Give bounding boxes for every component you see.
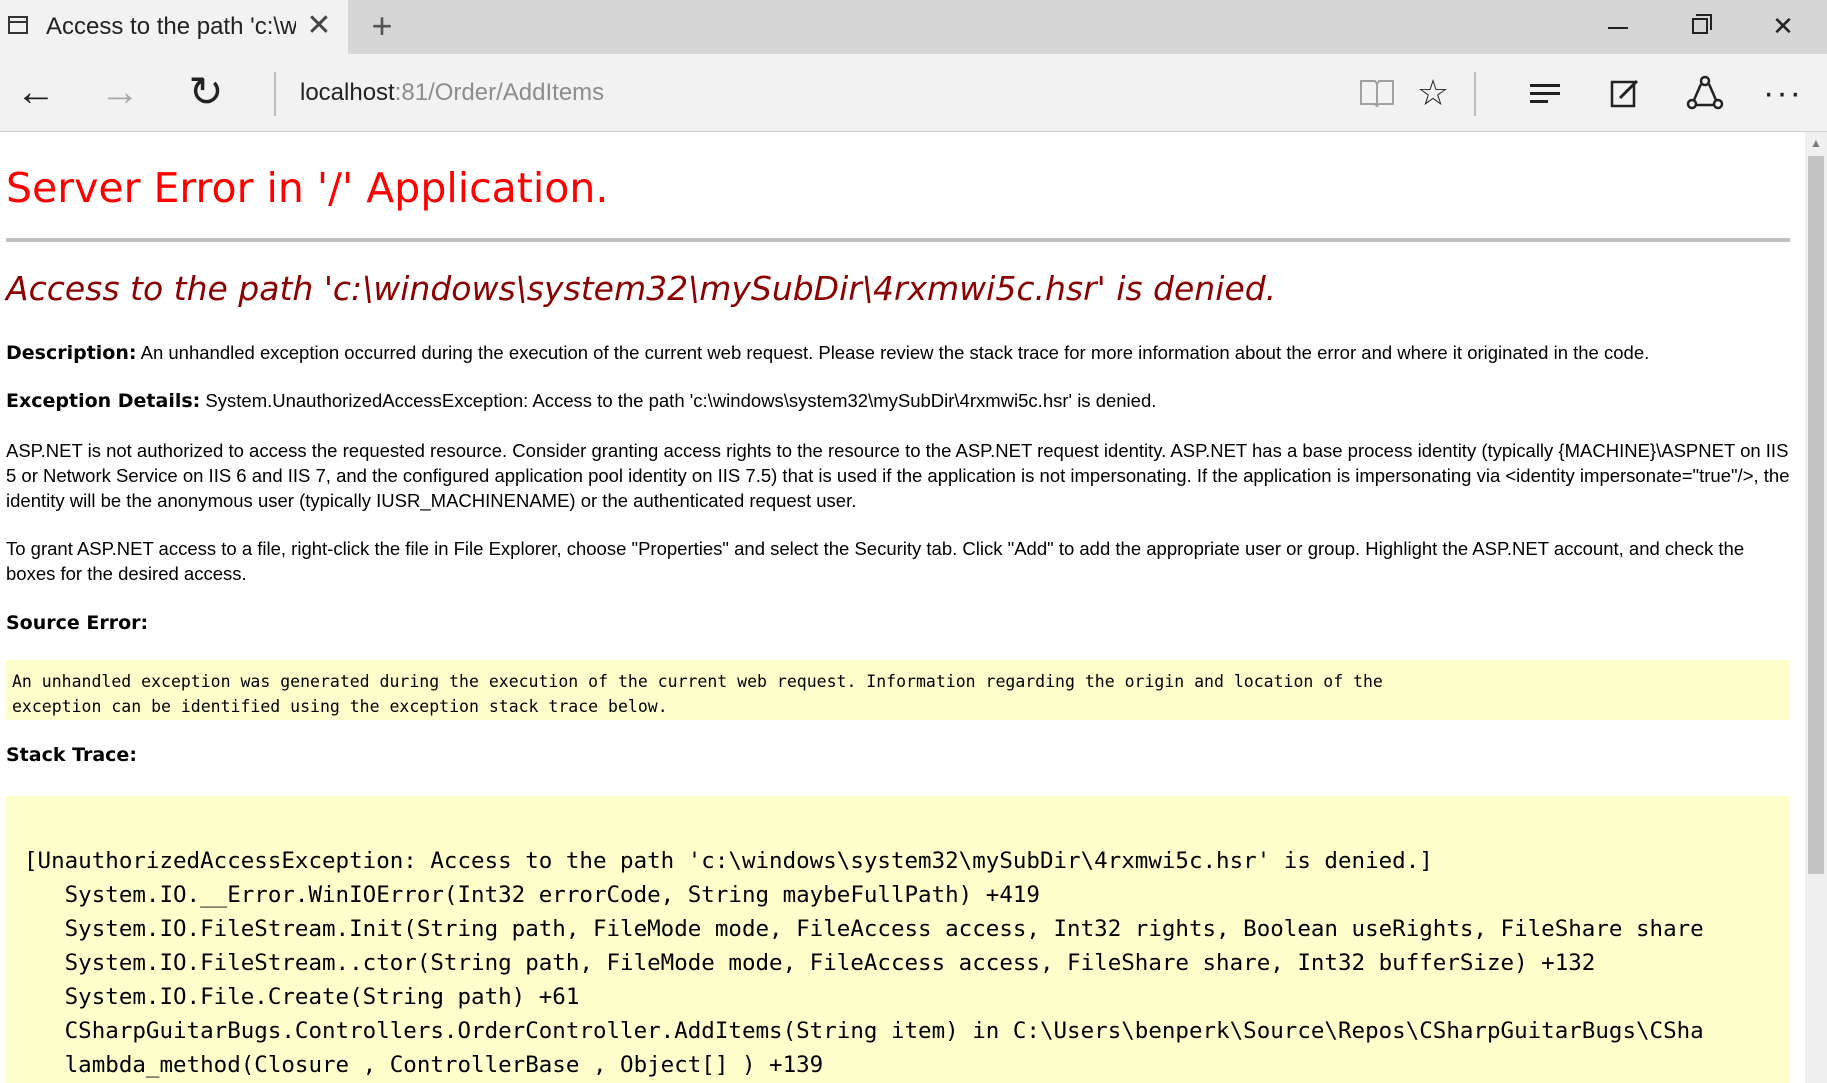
close-tab-icon[interactable]: ✕ — [304, 9, 334, 43]
page-icon — [8, 16, 28, 34]
restore-button[interactable] — [1676, 6, 1726, 46]
description-label: Description: — [6, 342, 137, 364]
web-note-icon — [1610, 79, 1639, 108]
web-note-button[interactable] — [1600, 68, 1650, 118]
stack-trace-label-text: Stack Trace: — [6, 744, 137, 766]
stack-trace-line: System.IO.File.Create(String path) +61 — [24, 984, 580, 1010]
grant-access-paragraph: To grant ASP.NET access to a file, right… — [6, 538, 1745, 584]
navigation-toolbar: ← → ↻ localhost:81/Order/AddItems ☆ ··· — [0, 54, 1827, 132]
tab-strip: Access to the path 'c:\wi ✕ + ✕ — [0, 0, 1827, 54]
more-button[interactable]: ··· — [1758, 68, 1808, 118]
stack-trace-line: System.IO.FileStream.Init(String path, F… — [24, 916, 1704, 942]
stack-trace-line: System.IO.FileStream..ctor(String path, … — [24, 950, 1596, 976]
exception-details-row: Exception Details: System.UnauthorizedAc… — [6, 388, 1790, 414]
vertical-scrollbar[interactable]: ▲ — [1805, 132, 1827, 1083]
reading-view-button[interactable] — [1352, 68, 1402, 118]
exception-label: Exception Details: — [6, 390, 201, 412]
stack-trace-label: Stack Trace: — [6, 742, 1790, 768]
stack-trace-box: [UnauthorizedAccessException: Access to … — [6, 796, 1790, 1083]
scroll-up-arrow-icon[interactable]: ▲ — [1809, 136, 1823, 150]
authorization-paragraph: ASP.NET is not authorized to access the … — [6, 440, 1790, 511]
stack-trace-line: System.IO.__Error.WinIOError(Int32 error… — [24, 882, 1040, 908]
share-icon — [1686, 75, 1724, 110]
hub-icon — [1530, 84, 1560, 104]
tab-title: Access to the path 'c:\wi — [46, 13, 296, 40]
address-bar[interactable]: localhost:81/Order/AddItems — [300, 76, 1200, 110]
toolbar-divider — [274, 72, 276, 116]
error-message: Access to the path 'c:\windows\system32\… — [6, 269, 1277, 308]
new-tab-button[interactable]: + — [366, 8, 398, 44]
title-divider — [6, 238, 1790, 242]
minimize-icon — [1608, 27, 1628, 29]
page-title: Server Error in '/' Application. — [6, 164, 609, 212]
description-row: Description: An unhandled exception occu… — [6, 340, 1790, 366]
source-error-line: An unhandled exception was generated dur… — [12, 672, 1383, 691]
source-error-label: Source Error: — [6, 610, 1790, 636]
hub-button[interactable] — [1520, 68, 1570, 118]
description-text: An unhandled exception occurred during t… — [136, 342, 1650, 363]
back-arrow-icon: ← — [16, 70, 56, 114]
source-error-box: An unhandled exception was generated dur… — [6, 660, 1790, 720]
source-error-line: exception can be identified using the ex… — [12, 697, 668, 716]
more-icon: ··· — [1763, 74, 1803, 112]
favorite-button[interactable]: ☆ — [1408, 68, 1458, 118]
toolbar-divider-2 — [1474, 72, 1476, 116]
back-button[interactable]: ← — [10, 66, 62, 118]
restore-icon-front — [1692, 18, 1708, 34]
address-host: localhost — [300, 79, 395, 106]
refresh-icon: ↻ — [188, 68, 224, 115]
minimize-button[interactable] — [1594, 6, 1644, 46]
reading-view-icon — [1360, 80, 1394, 108]
page-content: Server Error in '/' Application. Access … — [0, 132, 1805, 1083]
share-button[interactable] — [1680, 68, 1730, 118]
stack-trace-line: lambda_method(Closure , ControllerBase ,… — [24, 1052, 824, 1078]
scrollbar-thumb[interactable] — [1808, 156, 1824, 874]
browser-tab[interactable]: Access to the path 'c:\wi ✕ — [0, 0, 348, 54]
close-window-button[interactable]: ✕ — [1758, 6, 1808, 46]
refresh-button[interactable]: ↻ — [180, 66, 232, 118]
star-icon: ☆ — [1416, 72, 1450, 113]
exception-text: System.UnauthorizedAccessException: Acce… — [200, 390, 1157, 411]
stack-trace-line: [UnauthorizedAccessException: Access to … — [24, 848, 1433, 874]
source-error-label-text: Source Error: — [6, 612, 149, 634]
address-path: :81/Order/AddItems — [394, 79, 605, 106]
forward-arrow-icon: → — [100, 70, 140, 114]
stack-trace-line: CSharpGuitarBugs.Controllers.OrderContro… — [24, 1018, 1704, 1044]
forward-button[interactable]: → — [94, 66, 146, 118]
